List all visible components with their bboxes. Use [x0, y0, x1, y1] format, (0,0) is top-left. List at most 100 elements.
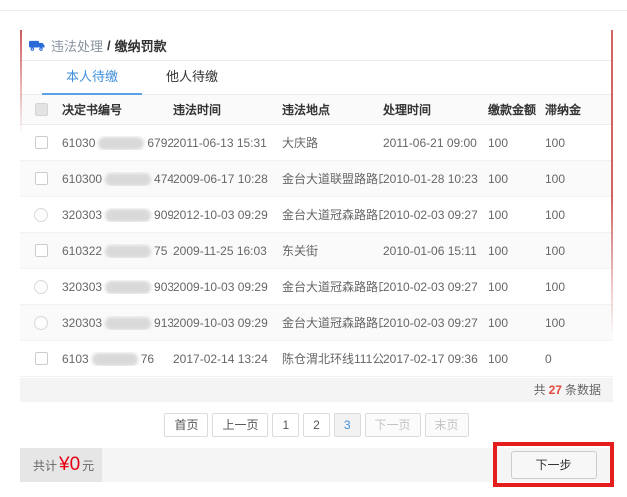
breadcrumb-section[interactable]: 违法处理	[51, 36, 103, 55]
violation-location-cell: 金台大道冠森路路口1...	[282, 278, 383, 295]
doc-number-suffix: 4745	[154, 172, 173, 186]
pager-page-3[interactable]: 3	[334, 413, 361, 437]
violation-location-cell: 金台大道联盟路路口	[282, 170, 383, 187]
violation-location-cell: 金台大道冠森路路口	[282, 206, 383, 223]
table-row: 61030047452009-06-17 10:28金台大道联盟路路口2010-…	[20, 161, 613, 197]
doc-number-prefix: 6103	[62, 352, 89, 366]
row-select-cell	[20, 316, 62, 330]
fine-amount-cell: 100	[488, 172, 545, 186]
row-checkbox[interactable]	[35, 244, 48, 257]
total-amount: ¥0	[59, 454, 80, 476]
tab-self-pending[interactable]: 本人待缴	[42, 61, 142, 95]
violation-time-cell: 2017-02-14 13:24	[173, 352, 282, 366]
violation-time-cell: 2009-10-03 09:29	[173, 316, 282, 330]
late-fee-cell: 100	[545, 208, 613, 222]
breadcrumb-current: 缴纳罚款	[115, 36, 167, 55]
row-select-cell	[20, 136, 62, 149]
violation-time-cell: 2009-11-25 16:03	[173, 244, 282, 258]
table-header: 决定书编号 违法时间 违法地点 处理时间 缴款金额 滞纳金	[20, 95, 613, 125]
doc-number-prefix: 61030	[62, 136, 95, 150]
pager-page-2[interactable]: 2	[303, 413, 330, 437]
page-top-divider	[0, 10, 627, 11]
col-header-violation-time: 违法时间	[173, 101, 282, 118]
doc-number-suffix: 76	[141, 352, 154, 366]
redaction-blur	[105, 209, 151, 222]
record-count-prefix: 共	[534, 383, 546, 397]
doc-number-suffix: 913	[154, 316, 173, 330]
annotation-highlight-box: 下一步	[493, 442, 614, 487]
row-checkbox[interactable]	[35, 172, 48, 185]
total-amount-box: 共计 ¥0 元	[20, 448, 102, 482]
doc-number-prefix: 610322	[62, 244, 102, 258]
table-row: 610306792242011-06-13 15:31大庆路2011-06-21…	[20, 125, 613, 161]
fine-amount-cell: 100	[488, 316, 545, 330]
fine-amount-cell: 100	[488, 352, 545, 366]
record-count-suffix: 条数据	[565, 383, 601, 397]
fine-payment-page: 违法处理 / 缴纳罚款 本人待缴 他人待缴 决定书编号 违法时间 违法地点 处理…	[0, 0, 627, 497]
row-checkbox[interactable]	[35, 136, 48, 149]
late-fee-cell: 100	[545, 172, 613, 186]
doc-number-cell: 61032275	[62, 244, 173, 258]
pager-page-1[interactable]: 1	[272, 413, 299, 437]
violation-time-cell: 2011-06-13 15:31	[173, 136, 282, 150]
late-fee-cell: 0	[545, 352, 613, 366]
process-time-cell: 2011-06-21 09:00	[383, 136, 488, 150]
col-header-late-fee: 滞纳金	[545, 101, 613, 118]
col-header-process-time: 处理时间	[383, 101, 488, 118]
doc-number-suffix: 679224	[147, 136, 173, 150]
breadcrumb-separator: /	[107, 38, 111, 53]
col-header-fine-amount: 缴款金额	[488, 101, 545, 118]
doc-number-prefix: 320303	[62, 208, 102, 222]
row-checkbox[interactable]	[35, 352, 48, 365]
redaction-blur	[105, 173, 151, 186]
select-all-cell	[20, 103, 62, 116]
doc-number-suffix: 903	[154, 280, 173, 294]
doc-number-cell: 320303 913	[62, 316, 173, 330]
tab-others-pending[interactable]: 他人待缴	[142, 61, 242, 95]
row-select-cell	[20, 172, 62, 185]
violation-time-cell: 2009-10-03 09:29	[173, 280, 282, 294]
row-select-cell	[20, 280, 62, 294]
doc-number-cell: 320303 909	[62, 208, 173, 222]
doc-number-prefix: 610300	[62, 172, 102, 186]
process-time-cell: 2017-02-17 09:36	[383, 352, 488, 366]
record-count-value: 27	[549, 383, 562, 397]
table-row: 610322752009-11-25 16:03东关街2010-01-06 15…	[20, 233, 613, 269]
process-time-cell: 2010-02-03 09:27	[383, 208, 488, 222]
late-fee-cell: 100	[545, 244, 613, 258]
row-select-cell	[20, 244, 62, 257]
fine-amount-cell: 100	[488, 280, 545, 294]
next-step-button[interactable]: 下一步	[511, 451, 597, 479]
doc-number-suffix: 909	[154, 208, 173, 222]
table-row: 320303 9092012-10-03 09:29金台大道冠森路路口2010-0…	[20, 197, 613, 233]
total-label: 共计	[33, 457, 57, 474]
row-radio[interactable]	[34, 280, 48, 294]
redaction-blur	[105, 281, 151, 294]
table-row: 3203039132009-10-03 09:29金台大道冠森路路口1...20…	[20, 305, 613, 341]
col-header-location: 违法地点	[282, 101, 383, 118]
col-header-doc-number: 决定书编号	[62, 101, 173, 118]
select-all-checkbox[interactable]	[35, 103, 48, 116]
breadcrumb: 违法处理 / 缴纳罚款	[20, 30, 613, 61]
violation-time-cell: 2012-10-03 09:29	[173, 208, 282, 222]
late-fee-cell: 100	[545, 136, 613, 150]
row-radio[interactable]	[34, 208, 48, 222]
record-count-bar: 共27条数据	[20, 378, 613, 402]
row-select-cell	[20, 208, 62, 222]
doc-number-prefix: 320303	[62, 316, 102, 330]
pager-prev[interactable]: 上一页	[212, 413, 268, 437]
table-row: 6103762017-02-14 13:24陈仓渭北环线111公里...2017…	[20, 341, 613, 377]
row-select-cell	[20, 352, 62, 365]
doc-number-cell: 61030 679224	[62, 136, 173, 150]
tab-bar: 本人待缴 他人待缴	[20, 61, 613, 95]
pager-first[interactable]: 首页	[164, 413, 208, 437]
redaction-blur	[105, 245, 151, 258]
row-radio[interactable]	[34, 316, 48, 330]
truck-icon	[29, 39, 45, 52]
fine-amount-cell: 100	[488, 208, 545, 222]
violation-location-cell: 金台大道冠森路路口1...	[282, 314, 383, 331]
process-time-cell: 2010-02-03 09:27	[383, 280, 488, 294]
doc-number-cell: 6103 76	[62, 352, 173, 366]
main-panel: 违法处理 / 缴纳罚款 本人待缴 他人待缴 决定书编号 违法时间 违法地点 处理…	[20, 30, 613, 437]
violation-time-cell: 2009-06-17 10:28	[173, 172, 282, 186]
